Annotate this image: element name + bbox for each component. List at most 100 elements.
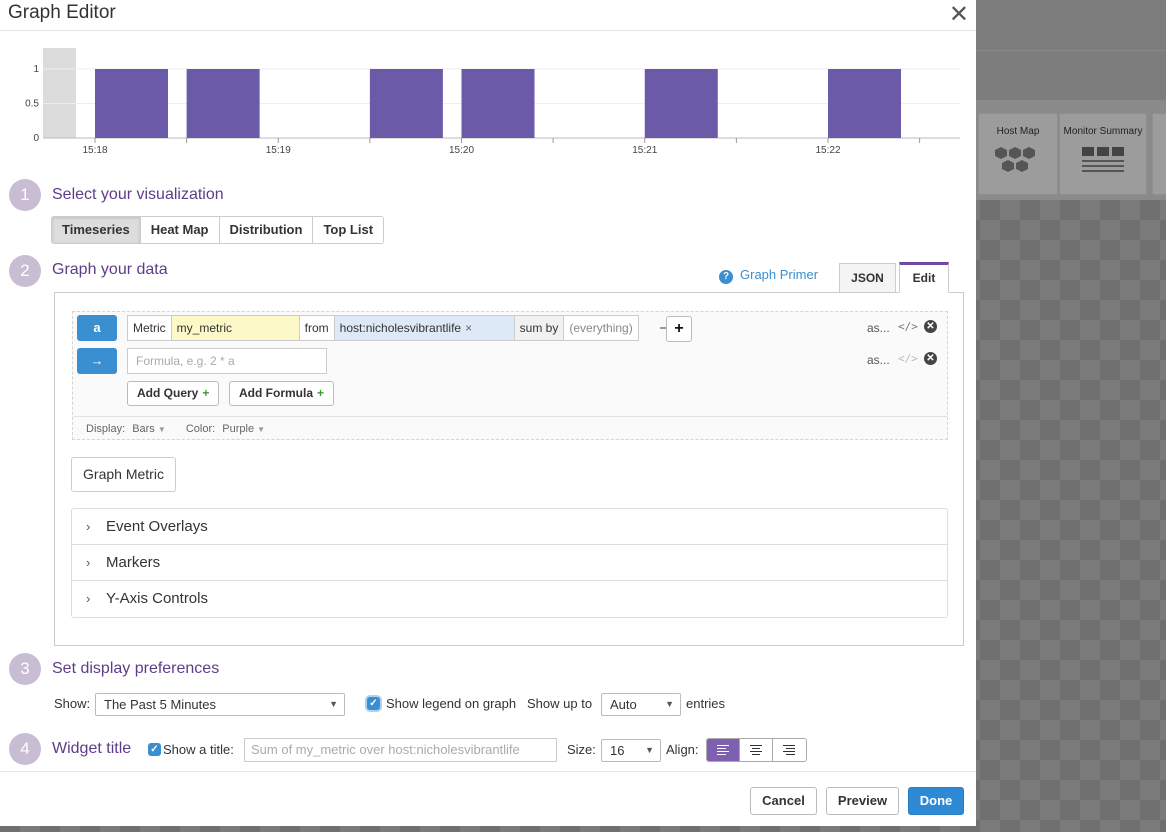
tab-edit[interactable]: Edit (899, 262, 949, 293)
x-tick-label: 15:20 (449, 145, 474, 156)
add-formula-label: Add Formula (239, 386, 313, 400)
tab-timeseries[interactable]: Timeseries (52, 217, 141, 243)
widget-tray: Host Map Monitor Summary (976, 100, 1166, 200)
host-map-tile[interactable]: Host Map (978, 113, 1058, 195)
align-left-icon[interactable] (707, 739, 740, 761)
chart-highlight-region (43, 48, 76, 138)
code-icon[interactable]: </> (898, 352, 918, 365)
markers-section[interactable]: › Markers (72, 545, 947, 581)
caret-down-icon: ▼ (257, 425, 265, 434)
event-overlays-section[interactable]: › Event Overlays (72, 509, 947, 545)
title-size-value: 16 (610, 743, 625, 758)
step-1-number: 1 (9, 179, 41, 211)
step-2-title: Graph your data (52, 261, 168, 278)
align-center-icon[interactable] (740, 739, 773, 761)
caret-down-icon: ▼ (645, 745, 654, 755)
help-icon: ? (719, 270, 733, 284)
chart-bar (644, 69, 718, 138)
chart-bar (369, 69, 443, 138)
host-tag-chip[interactable]: host:nicholesvibrantlife × (334, 316, 515, 340)
show-title-checkbox[interactable]: ✓ (148, 743, 161, 756)
display-select[interactable]: Bars ▼ (128, 423, 166, 435)
legend-label: Show legend on graph (386, 696, 517, 711)
y-axis-controls-section[interactable]: › Y-Axis Controls (72, 581, 947, 617)
modal-title: Graph Editor (8, 2, 116, 23)
show-up-to-label: Show up to (527, 696, 593, 711)
tab-distribution[interactable]: Distribution (219, 217, 314, 243)
tab-heat-map[interactable]: Heat Map (140, 217, 220, 243)
chart-bar (186, 69, 260, 138)
from-label: from (300, 316, 335, 340)
chart-bar (461, 69, 535, 138)
entries-label: entries (686, 696, 726, 711)
show-label: Show: (54, 696, 91, 711)
sum-by-select[interactable]: (everything) (564, 316, 637, 340)
add-function-button[interactable]: + (666, 316, 692, 342)
show-title-label: Show a title: (163, 742, 234, 757)
x-tick-label: 15:22 (815, 145, 840, 156)
add-query-label: Add Query (137, 386, 199, 400)
step-3-number: 3 (9, 653, 41, 685)
monitor-summary-tile[interactable]: Monitor Summary (1059, 113, 1147, 195)
graph-primer-link[interactable]: ? Graph Primer (719, 267, 818, 284)
metric-label: Metric (128, 316, 172, 340)
monitor-summary-tile-label: Monitor Summary (1063, 126, 1143, 137)
widget-title-input[interactable]: Sum of my_metric over host:nicholesvibra… (244, 738, 557, 762)
add-formula-button[interactable]: Add Formula + (229, 381, 335, 406)
modal-header: Graph Editor ✕ (0, 0, 976, 31)
timeframe-select[interactable]: The Past 5 Minutes ▼ (95, 693, 345, 716)
entries-select[interactable]: Auto ▼ (601, 693, 681, 716)
cancel-button[interactable]: Cancel (750, 787, 817, 815)
color-select[interactable]: Purple ▼ (218, 423, 265, 435)
chevron-right-icon: › (86, 591, 91, 606)
done-button[interactable]: Done (908, 787, 964, 815)
y-axis-controls-label: Y-Axis Controls (106, 590, 208, 607)
timeframe-value: The Past 5 Minutes (104, 697, 216, 712)
chart-bar (828, 69, 901, 138)
entries-value: Auto (610, 697, 637, 712)
preview-chart-svg: 1 0.5 0 15:18 15:19 15:20 15:21 15:22 (25, 48, 960, 156)
align-buttons (706, 738, 807, 762)
metric-input[interactable]: my_metric (171, 316, 300, 340)
remove-tag-icon[interactable]: × (465, 321, 472, 335)
tab-json[interactable]: JSON (839, 263, 896, 292)
step-4-number: 4 (9, 733, 41, 765)
caret-down-icon: ▼ (665, 699, 674, 709)
query-a-badge[interactable]: a (77, 315, 117, 341)
y-tick-label: 1 (33, 64, 39, 75)
query-box: a Metric my_metric from host:nicholesvib… (72, 311, 948, 440)
display-value: Bars (132, 423, 155, 435)
formula-alias-link[interactable]: as... (867, 353, 890, 367)
add-query-button[interactable]: Add Query + (127, 381, 220, 406)
chart-bar (95, 69, 168, 138)
chevron-right-icon: › (86, 555, 91, 570)
display-label: Display: (86, 423, 126, 435)
markers-label: Markers (106, 554, 161, 571)
preview-button[interactable]: Preview (826, 787, 899, 815)
caret-down-icon: ▼ (157, 425, 166, 434)
y-tick-label: 0 (33, 133, 39, 144)
x-tick-label: 15:18 (82, 145, 107, 156)
align-right-icon[interactable] (773, 739, 806, 761)
monitor-list-icon (1082, 147, 1124, 172)
step-4-title: Widget title (52, 740, 132, 757)
graph-editor-modal: Graph Editor ✕ 1 0.5 0 15:18 15:19 15:20 15:2… (0, 0, 976, 826)
host-map-tile-label: Host Map (996, 126, 1040, 137)
hexagon-icon (995, 147, 1035, 172)
graph-metric-button[interactable]: Graph Metric (71, 457, 176, 492)
code-icon[interactable]: </> (898, 320, 918, 333)
remove-query-icon[interactable]: ✕ (924, 320, 937, 333)
query-alias-link[interactable]: as... (867, 321, 890, 335)
preview-chart: 1 0.5 0 15:18 15:19 15:20 15:21 15:22 (0, 32, 976, 167)
title-size-select[interactable]: 16 ▼ (601, 739, 661, 762)
legend-checkbox[interactable]: ✓ (367, 697, 380, 710)
sum-by-label: sum by (514, 316, 565, 340)
footer-divider (0, 771, 976, 772)
formula-badge[interactable]: → (77, 348, 117, 374)
widget-tile-partial[interactable] (1152, 113, 1166, 195)
remove-formula-icon[interactable]: ✕ (924, 352, 937, 365)
close-icon[interactable]: ✕ (949, 0, 969, 29)
formula-input[interactable]: Formula, e.g. 2 * a (127, 348, 327, 374)
step-1-title: Select your visualization (52, 186, 224, 203)
tab-top-list[interactable]: Top List (313, 217, 384, 243)
